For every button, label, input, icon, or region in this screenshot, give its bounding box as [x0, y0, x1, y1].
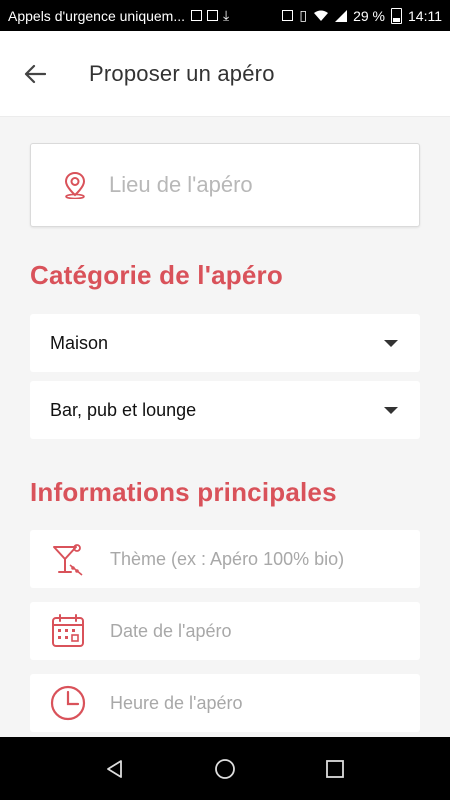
- carrier-text: Appels d'urgence uniquem...: [8, 7, 186, 24]
- vibrate-icon: ▯: [299, 7, 308, 23]
- location-pin-icon: [61, 171, 89, 199]
- arrow-left-icon: [24, 64, 46, 83]
- nav-recents-button[interactable]: [315, 749, 355, 789]
- time-field[interactable]: Heure de l'apéro: [30, 674, 420, 732]
- mail-notification-icon: [207, 10, 219, 21]
- category-select-2-value: Bar, pub et lounge: [50, 399, 197, 420]
- app-bar: Proposer un apéro: [0, 31, 450, 117]
- categorie-section-title: Catégorie de l'apéro: [30, 260, 283, 290]
- wifi-icon: [314, 10, 329, 21]
- theme-field[interactable]: Thème (ex : Apéro 100% bio): [30, 530, 420, 588]
- triangle-back-icon: [107, 759, 122, 778]
- calendar-icon: [48, 611, 88, 651]
- cocktail-icon: [48, 539, 88, 579]
- nav-back-button[interactable]: [95, 749, 135, 789]
- battery-percent: 29 %: [353, 7, 385, 24]
- nav-home-button[interactable]: [205, 749, 245, 789]
- form-content: Lieu de l'apéro Catégorie de l'apéro Mai…: [0, 117, 450, 737]
- app-notification-icon: [191, 10, 203, 21]
- lieu-placeholder: Lieu de l'apéro: [109, 172, 253, 197]
- signal-icon: [335, 9, 348, 22]
- clock-time: 14:11: [408, 7, 442, 24]
- circle-home-icon: [215, 758, 235, 779]
- notification-icons: ⤓: [191, 7, 229, 24]
- caret-down-icon: [384, 406, 398, 414]
- clock-icon: [48, 683, 88, 723]
- category-select-1-value: Maison: [50, 332, 109, 353]
- date-field[interactable]: Date de l'apéro: [30, 602, 420, 660]
- status-bar: Appels d'urgence uniquem... ⤓ ▯ 29 % 14:…: [0, 0, 450, 31]
- back-button[interactable]: [15, 54, 55, 94]
- system-nav-bar: [0, 737, 450, 800]
- category-select-1[interactable]: Maison: [30, 314, 420, 372]
- time-placeholder: Heure de l'apéro: [110, 692, 243, 713]
- date-placeholder: Date de l'apéro: [110, 620, 232, 641]
- theme-placeholder: Thème (ex : Apéro 100% bio): [110, 548, 345, 569]
- page-title: Proposer un apéro: [89, 60, 275, 86]
- square-recents-icon: [326, 759, 344, 778]
- nfc-icon: [282, 10, 294, 21]
- informations-section-title: Informations principales: [30, 477, 337, 507]
- download-icon: ⤓: [223, 7, 230, 23]
- battery-icon: [391, 7, 402, 24]
- caret-down-icon: [384, 339, 398, 347]
- category-select-2[interactable]: Bar, pub et lounge: [30, 381, 420, 439]
- lieu-field[interactable]: Lieu de l'apéro: [30, 143, 420, 227]
